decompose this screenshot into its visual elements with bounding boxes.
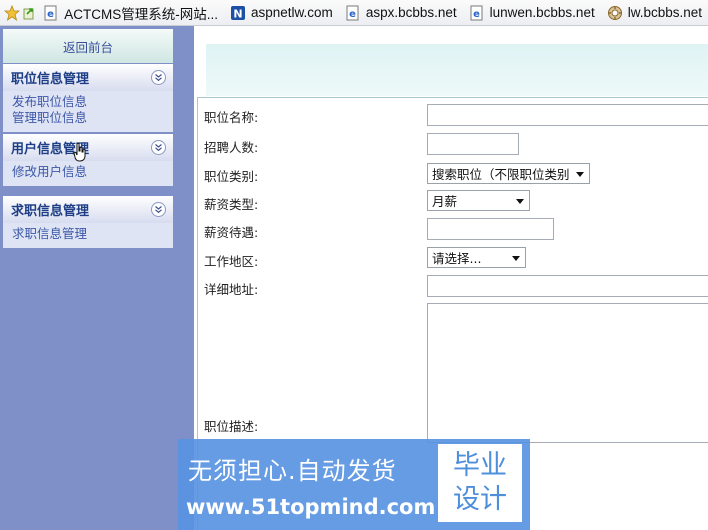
salary-type-select[interactable]: 月薪 <box>427 190 530 211</box>
svg-text:e: e <box>349 9 356 20</box>
gear-globe-icon <box>607 5 622 20</box>
address-label: 详细地址: <box>204 282 259 297</box>
category-select[interactable]: 搜索职位（不限职位类别 <box>427 163 590 184</box>
headcount-label: 招聘人数: <box>204 140 259 155</box>
favorite-link-lunwen-bcbbs[interactable]: e lunwen.bcbbs.net <box>463 3 601 23</box>
svg-text:e: e <box>473 9 480 20</box>
watermark-slogan: 无须担心.自动发货 <box>188 457 397 485</box>
menu-group-job-management: 职位信息管理 发布职位信息 管理职位信息 <box>3 64 173 132</box>
ie-page-icon: e <box>44 5 57 20</box>
menu-body-user-management: 修改用户信息 <box>3 161 173 186</box>
svg-text:e: e <box>47 9 54 20</box>
menu-header-title: 求职信息管理 <box>11 204 90 219</box>
favorite-label: lunwen.bcbbs.net <box>489 5 595 20</box>
collapse-chevron-icon[interactable] <box>151 140 166 155</box>
favorite-link-lw-bcbbs[interactable]: lw.bcbbs.net <box>601 3 708 23</box>
menu-link-edit-user[interactable]: 修改用户信息 <box>12 164 173 180</box>
salary-type-selected-value: 月薪 <box>432 194 458 209</box>
favorites-star-icon[interactable] <box>2 3 22 23</box>
salary-type-label: 薪资类型: <box>204 197 259 212</box>
watermark-badge-line1: 毕业 <box>453 450 507 481</box>
favorites-bar: e ACTCMS管理系统-网站... N aspnetlw.com e aspx… <box>0 0 708 26</box>
category-selected-value: 搜索职位（不限职位类别 <box>432 167 570 182</box>
menu-header-user-management[interactable]: 用户信息管理 <box>3 134 173 161</box>
favorite-label: aspx.bcbbs.net <box>365 5 457 20</box>
menu-body-applicant-management: 求职信息管理 <box>3 223 173 248</box>
menu-header-job-management[interactable]: 职位信息管理 <box>3 64 173 91</box>
dropdown-arrow-icon <box>576 172 584 177</box>
favorite-link-aspx-bcbbs[interactable]: e aspx.bcbbs.net <box>339 3 463 23</box>
dropdown-arrow-icon <box>512 256 520 261</box>
ie-page-icon: e <box>346 5 359 20</box>
watermark-url: www.51topmind.com <box>186 495 436 519</box>
form-title-band <box>206 44 708 96</box>
menu-link-applicant-info[interactable]: 求职信息管理 <box>12 226 173 242</box>
region-label: 工作地区: <box>204 254 259 269</box>
favorite-label: aspnetlw.com <box>251 5 333 20</box>
blue-n-icon: N <box>231 5 246 20</box>
headcount-input[interactable] <box>427 133 519 155</box>
salary-input[interactable] <box>427 218 554 240</box>
favorite-link-aspnetlw[interactable]: N aspnetlw.com <box>224 3 339 23</box>
region-select[interactable]: 请选择... <box>427 247 526 268</box>
menu-header-title: 职位信息管理 <box>11 72 90 87</box>
back-to-frontend-link[interactable]: 返回前台 <box>3 29 173 63</box>
collapse-chevron-icon[interactable] <box>151 202 166 217</box>
description-label: 职位描述: <box>204 419 259 434</box>
menu-link-publish-job[interactable]: 发布职位信息 <box>12 94 173 110</box>
region-selected-value: 请选择... <box>432 251 482 266</box>
watermark-badge: 毕业 设计 <box>438 444 522 522</box>
favorite-label: lw.bcbbs.net <box>627 5 702 20</box>
collapse-chevron-icon[interactable] <box>151 70 166 85</box>
menu-link-manage-jobs[interactable]: 管理职位信息 <box>12 110 173 126</box>
dropdown-arrow-icon <box>516 199 524 204</box>
watermark-ad-banner: 无须担心.自动发货 www.51topmind.com 毕业 设计 <box>178 439 530 530</box>
salary-label: 薪资待遇: <box>204 225 259 240</box>
add-favorite-arrow-icon[interactable] <box>22 3 38 23</box>
admin-sidebar: 返回前台 职位信息管理 发布职位信息 管理职位信息 用户信息管理 修改用户信息 … <box>0 26 194 530</box>
job-name-label: 职位名称: <box>204 110 259 125</box>
favorite-link-actcms[interactable]: e ACTCMS管理系统-网站... <box>37 3 224 23</box>
job-name-input[interactable] <box>427 104 708 126</box>
hand-cursor-icon <box>73 143 86 162</box>
svg-text:N: N <box>233 7 242 20</box>
description-textarea[interactable] <box>427 303 708 443</box>
address-input[interactable] <box>427 275 708 297</box>
menu-group-user-management: 用户信息管理 修改用户信息 <box>3 134 173 186</box>
ie-page-icon: e <box>470 5 483 20</box>
watermark-badge-line2: 设计 <box>453 484 507 515</box>
favorite-label: ACTCMS管理系统-网站... <box>64 6 219 22</box>
menu-header-applicant-management[interactable]: 求职信息管理 <box>3 196 173 223</box>
menu-group-applicant-management: 求职信息管理 求职信息管理 <box>3 196 173 248</box>
menu-body-job-management: 发布职位信息 管理职位信息 <box>3 91 173 132</box>
category-label: 职位类别: <box>204 169 259 184</box>
